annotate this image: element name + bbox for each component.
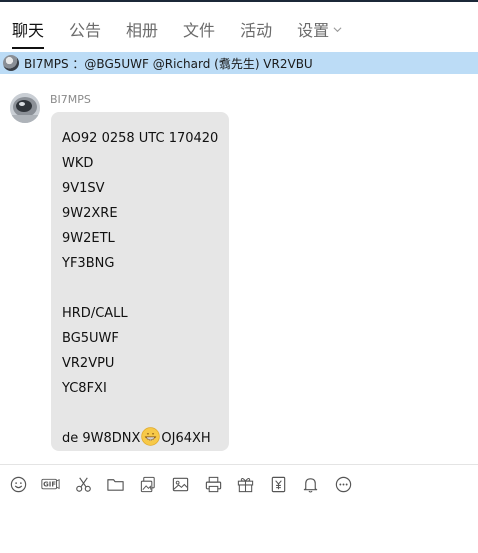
message-line: 9V1SV: [62, 181, 105, 196]
banner-text: BI7MPS ：@BG5UWF @Richard (翥先生) VR2VBU: [24, 56, 313, 71]
input-toolbar: GIF: [0, 471, 478, 497]
tab-activities-label: 活动: [240, 21, 273, 40]
send-file-button[interactable]: [105, 473, 127, 495]
tab-chat[interactable]: 聊天: [12, 2, 45, 50]
tab-settings-label: 设置: [297, 21, 330, 40]
message-line: [62, 276, 229, 301]
message-line: [62, 401, 229, 426]
tab-files-label: 文件: [183, 21, 216, 40]
tab-album-label: 相册: [126, 21, 159, 40]
bell-icon: [303, 477, 318, 493]
picture-icon: [172, 477, 189, 491]
vote-button[interactable]: [267, 473, 289, 495]
send-image-button[interactable]: [170, 473, 192, 495]
folder-icon: [107, 478, 124, 491]
smiley-icon: [10, 476, 26, 492]
image-files-icon: [140, 476, 155, 492]
message-line: 9W2XRE: [62, 206, 118, 221]
message-line: AO92 0258 UTC 170420: [62, 131, 219, 146]
tab-announcements-label: 公告: [69, 21, 102, 40]
tab-chat-label: 聊天: [12, 21, 45, 40]
tab-files[interactable]: 文件: [183, 2, 215, 50]
tab-activities[interactable]: 活动: [240, 2, 272, 50]
printer-icon: [205, 476, 221, 492]
gif-button[interactable]: GIF: [40, 473, 62, 495]
more-icon: [335, 476, 351, 492]
print-button[interactable]: [202, 473, 224, 495]
pinned-message-banner[interactable]: BI7MPS ：@BG5UWF @Richard (翥先生) VR2VBU: [0, 52, 478, 74]
message-line-last: de 9W8DNX OJ64XH: [62, 426, 229, 451]
message-line: YF3BNG: [62, 256, 115, 271]
scissors-icon: [75, 477, 91, 492]
sender-name[interactable]: BI7MPS: [50, 93, 91, 106]
gif-icon: GIF: [41, 478, 60, 489]
message-line: WKD: [62, 156, 94, 171]
message-line: BG5UWF: [62, 331, 119, 346]
tab-announcements[interactable]: 公告: [69, 2, 101, 50]
tab-bar: 聊天 公告 相册 文件 活动 设置: [0, 2, 478, 50]
message-line: VR2VPU: [62, 356, 115, 371]
tab-settings[interactable]: 设置: [297, 2, 342, 50]
banner-avatar: [3, 55, 19, 71]
message-line: 9W2ETL: [62, 231, 115, 246]
input-divider: [0, 464, 478, 465]
message-text: OJ64XH: [161, 431, 211, 446]
notification-button[interactable]: [300, 473, 322, 495]
gift-icon: [237, 477, 254, 492]
more-button[interactable]: [332, 473, 354, 495]
tab-album[interactable]: 相册: [126, 2, 158, 50]
screenshot-button[interactable]: [72, 473, 94, 495]
message-text: de 9W8DNX: [62, 431, 141, 446]
gift-button[interactable]: [235, 473, 257, 495]
message-line: HRD/CALL: [62, 306, 128, 321]
image-files-button[interactable]: [137, 473, 159, 495]
grinning-face-emoji-icon: [141, 427, 161, 446]
chevron-down-icon: [333, 27, 342, 33]
vote-icon: [271, 476, 285, 492]
message-bubble[interactable]: AO92 0258 UTC 170420 WKD 9V1SV 9W2XRE 9W…: [51, 112, 229, 451]
emoji-button[interactable]: [7, 473, 29, 495]
avatar[interactable]: [10, 93, 40, 123]
message-line: YC8FXI: [62, 381, 107, 396]
gif-label: GIF: [43, 480, 56, 488]
